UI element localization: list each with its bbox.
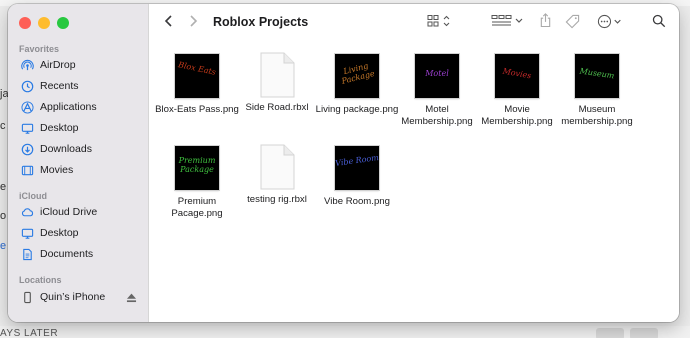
airdrop-icon xyxy=(20,58,34,72)
image-thumbnail: Vibe Room xyxy=(335,146,379,190)
sidebar-item-icloud-drive[interactable]: iCloud Drive xyxy=(14,202,142,222)
desktop-icon xyxy=(20,226,34,240)
sidebar-item-label: Desktop xyxy=(40,227,79,239)
thumbnail-text: Vibe Room xyxy=(335,152,379,169)
file-name: Movie Membership.png xyxy=(481,104,553,127)
sidebar-item-desktop[interactable]: Desktop xyxy=(14,118,142,138)
background-bottom-text: AYS LATER xyxy=(0,328,59,338)
sidebar-item-label: iCloud Drive xyxy=(40,206,98,218)
sidebar-section-icloud: iCloud xyxy=(19,191,47,201)
sidebar: Favorites AirDrop Recents Applications D… xyxy=(8,4,149,322)
background-text-fragment: o xyxy=(0,210,7,222)
iphone-icon xyxy=(20,290,34,304)
sidebar-item-label: Applications xyxy=(40,101,97,113)
cloud-icon xyxy=(20,205,34,219)
sidebar-item-label: Recents xyxy=(40,80,79,92)
ellipsis-circle-icon xyxy=(597,14,612,29)
background-button[interactable] xyxy=(630,328,658,338)
file-name: Living package.png xyxy=(315,104,399,115)
tag-icon[interactable] xyxy=(565,14,580,29)
sidebar-item-airdrop[interactable]: AirDrop xyxy=(14,55,142,75)
desktop-icon xyxy=(20,121,34,135)
image-thumbnail: Living Package xyxy=(335,54,379,98)
sidebar-item-recents[interactable]: Recents xyxy=(14,76,142,96)
file-name: Vibe Room.png xyxy=(324,196,390,207)
downloads-icon xyxy=(20,142,34,156)
background-button[interactable] xyxy=(596,328,624,338)
applications-icon xyxy=(20,100,34,114)
file-name: Blox-Eats Pass.png xyxy=(155,104,239,115)
file-item[interactable]: Movies Movie Membership.png xyxy=(475,54,559,128)
sidebar-item-label: Movies xyxy=(40,164,74,176)
image-thumbnail: Movies xyxy=(495,54,539,98)
document-icon xyxy=(20,247,34,261)
grid-view-icon xyxy=(427,15,439,27)
window-title: Roblox Projects xyxy=(213,15,309,29)
group-icon xyxy=(491,15,512,26)
file-name: Premium Pacage.png xyxy=(171,196,223,219)
background-text-fragment: c xyxy=(0,120,6,132)
sidebar-item-iphone[interactable]: Quin’s iPhone xyxy=(14,287,142,307)
movies-icon xyxy=(20,163,34,177)
sidebar-item-label: Quin’s iPhone xyxy=(40,291,106,303)
forward-button[interactable] xyxy=(187,14,199,28)
thumbnail-text: Movies xyxy=(501,66,533,81)
thumbnail-text: Blox Eats xyxy=(177,60,217,77)
toolbar: Roblox Projects xyxy=(149,4,679,42)
file-item[interactable]: Vibe Room Vibe Room.png xyxy=(315,146,399,208)
sidebar-item-label: Downloads xyxy=(40,143,92,155)
file-item[interactable]: Motel Motel Membership.png xyxy=(395,54,479,128)
document-file-icon xyxy=(259,144,295,190)
view-mode-button[interactable] xyxy=(427,14,453,28)
finder-window: Favorites AirDrop Recents Applications D… xyxy=(8,4,679,322)
sidebar-item-documents[interactable]: Documents xyxy=(14,244,142,264)
sidebar-item-icloud-desktop[interactable]: Desktop xyxy=(14,223,142,243)
image-thumbnail: Motel xyxy=(415,54,459,98)
image-thumbnail: Premium Package xyxy=(175,146,219,190)
thumbnail-text: Premium Package xyxy=(178,156,216,174)
sidebar-section-locations: Locations xyxy=(19,275,62,285)
file-name: Motel Membership.png xyxy=(401,104,473,127)
sidebar-item-applications[interactable]: Applications xyxy=(14,97,142,117)
sidebar-section-favorites: Favorites xyxy=(19,44,60,54)
eject-icon[interactable] xyxy=(125,291,138,307)
background-page-bottom xyxy=(0,326,690,338)
clock-icon xyxy=(20,79,34,93)
file-browser-main: Roblox Projects Blox Eats Blox-Eats Pass… xyxy=(149,4,679,322)
sidebar-item-label: Documents xyxy=(40,248,94,260)
minimize-window-button[interactable] xyxy=(38,17,50,29)
sidebar-item-label: Desktop xyxy=(40,122,79,134)
background-text-fragment: e xyxy=(0,240,7,252)
sidebar-item-downloads[interactable]: Downloads xyxy=(14,139,142,159)
image-thumbnail: Museum xyxy=(575,54,619,98)
document-file-icon xyxy=(259,52,295,98)
file-name: Side Road.rbxl xyxy=(245,102,309,113)
image-thumbnail: Blox Eats xyxy=(175,54,219,98)
back-button[interactable] xyxy=(163,14,175,28)
more-actions-button[interactable] xyxy=(597,14,625,29)
thumbnail-text: Motel xyxy=(425,69,449,78)
file-item[interactable]: Museum Museum membership.png xyxy=(555,54,639,128)
thumbnail-text: Living Package xyxy=(340,61,376,86)
file-name: testing rig.rbxl xyxy=(247,194,307,205)
file-item[interactable]: Blox Eats Blox-Eats Pass.png xyxy=(155,54,239,116)
group-by-button[interactable] xyxy=(491,14,525,28)
search-icon[interactable] xyxy=(652,14,666,28)
sidebar-item-movies[interactable]: Movies xyxy=(14,160,142,180)
share-icon[interactable] xyxy=(539,12,552,28)
close-window-button[interactable] xyxy=(19,17,31,29)
zoom-window-button[interactable] xyxy=(57,17,69,29)
file-item[interactable]: testing rig.rbxl xyxy=(235,144,319,206)
file-item[interactable]: Living Package Living package.png xyxy=(315,54,399,116)
file-item[interactable]: Premium Package Premium Pacage.png xyxy=(155,146,239,220)
background-text-fragment: e xyxy=(0,181,7,193)
thumbnail-text: Museum xyxy=(579,66,615,81)
file-name: Museum membership.png xyxy=(561,104,633,127)
sidebar-item-label: AirDrop xyxy=(40,59,76,71)
file-item[interactable]: Side Road.rbxl xyxy=(235,52,319,114)
